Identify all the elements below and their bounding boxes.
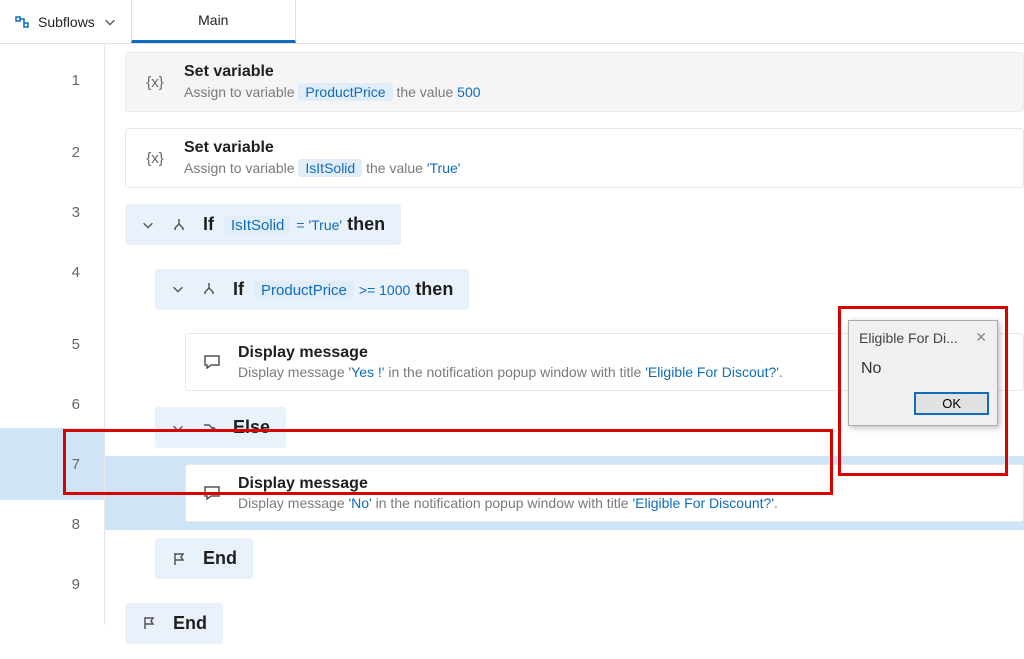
- line-number: 4: [0, 236, 104, 308]
- else-label: Else: [233, 417, 270, 438]
- step-set-variable[interactable]: {x} Set variable Assign to variable IsIt…: [125, 128, 1024, 188]
- step-row[interactable]: If ProductPrice >= 1000 then: [105, 253, 1024, 325]
- subflows-label: Subflows: [38, 14, 95, 30]
- line-number: 8: [0, 500, 104, 548]
- chevron-down-icon[interactable]: [171, 282, 185, 296]
- chevron-down-icon[interactable]: [171, 421, 185, 435]
- step-set-variable[interactable]: {x} Set variable Assign to variable Prod…: [125, 52, 1024, 112]
- step-display-message[interactable]: Display message Display message 'No' in …: [185, 464, 1024, 522]
- line-number: 5: [0, 308, 104, 380]
- if-label: If IsItSolid = 'True' then: [203, 214, 385, 235]
- message-icon: [202, 352, 222, 372]
- line-number: 9: [0, 548, 104, 620]
- end-label: End: [173, 613, 207, 634]
- line-number: 6: [0, 380, 104, 428]
- step-desc: Assign to variable ProductPrice the valu…: [184, 83, 1007, 101]
- chevron-down-icon: [103, 15, 117, 29]
- line-number: 7: [0, 428, 104, 500]
- dialog-body: No: [849, 354, 997, 382]
- step-row[interactable]: {x} Set variable Assign to variable Prod…: [105, 44, 1024, 120]
- step-title: Display message: [238, 475, 1007, 493]
- line-number: 3: [0, 188, 104, 236]
- variable-icon: {x}: [142, 150, 168, 167]
- chevron-down-icon[interactable]: [141, 218, 155, 232]
- close-icon[interactable]: ✕: [975, 329, 987, 346]
- line-number: 1: [0, 44, 104, 116]
- step-end[interactable]: End: [125, 603, 223, 644]
- tab-main[interactable]: Main: [131, 0, 296, 43]
- variable-token[interactable]: ProductPrice: [298, 83, 392, 101]
- step-title: Set variable: [184, 139, 1007, 157]
- variable-token[interactable]: IsItSolid: [298, 159, 362, 177]
- step-desc: Display message 'No' in the notification…: [238, 495, 1007, 511]
- step-row[interactable]: End: [105, 530, 1024, 587]
- step-end[interactable]: End: [155, 538, 253, 579]
- ok-button[interactable]: OK: [914, 392, 989, 415]
- flag-icon: [171, 551, 187, 567]
- step-if[interactable]: If IsItSolid = 'True' then: [125, 204, 401, 245]
- step-row-selected[interactable]: Display message Display message 'No' in …: [105, 456, 1024, 530]
- line-number: 2: [0, 116, 104, 188]
- step-row[interactable]: {x} Set variable Assign to variable IsIt…: [105, 120, 1024, 196]
- step-row[interactable]: If IsItSolid = 'True' then: [105, 196, 1024, 253]
- if-label: If ProductPrice >= 1000 then: [233, 279, 453, 300]
- flow-icon: [14, 14, 30, 30]
- line-gutter: 1 2 3 4 5 6 7 8 9: [0, 44, 105, 625]
- else-icon: [201, 420, 217, 436]
- dialog-title: Eligible For Di...: [859, 330, 958, 346]
- branch-icon: [171, 217, 187, 233]
- variable-icon: {x}: [142, 74, 168, 91]
- step-desc: Assign to variable IsItSolid the value '…: [184, 159, 1007, 177]
- end-label: End: [203, 548, 237, 569]
- subflows-dropdown[interactable]: Subflows: [0, 0, 131, 43]
- message-dialog: Eligible For Di... ✕ No OK: [848, 320, 998, 426]
- step-else[interactable]: Else: [155, 407, 286, 448]
- step-title: Set variable: [184, 63, 1007, 81]
- top-bar: Subflows Main: [0, 0, 1024, 44]
- step-row[interactable]: End: [105, 587, 1024, 659]
- message-icon: [202, 483, 222, 503]
- flag-icon: [141, 615, 157, 631]
- step-if[interactable]: If ProductPrice >= 1000 then: [155, 269, 469, 310]
- branch-icon: [201, 281, 217, 297]
